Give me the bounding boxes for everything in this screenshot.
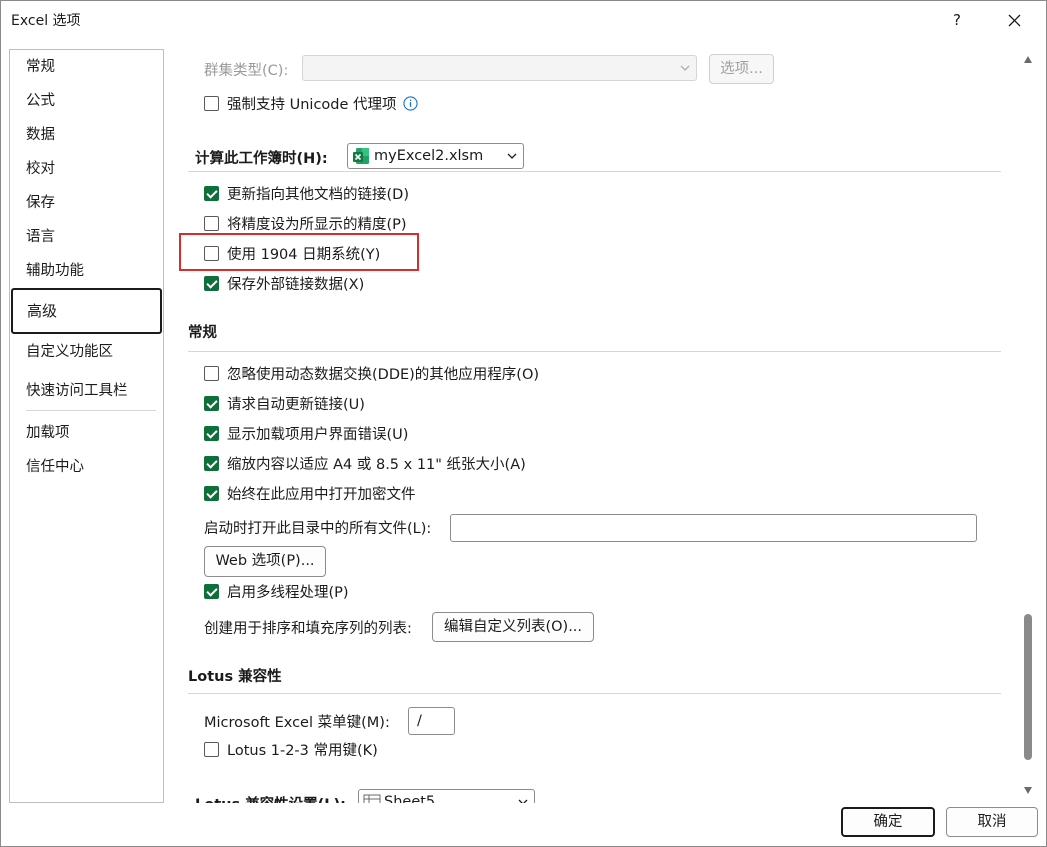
show-addin-errors-row[interactable]: 显示加载项用户界面错误(U) [204, 422, 408, 444]
options-scrollbar[interactable] [1019, 49, 1037, 801]
precision-as-displayed-row[interactable]: 将精度设为所显示的精度(P) [204, 212, 407, 234]
scale-a4-checkbox[interactable] [204, 455, 219, 471]
web-options-button[interactable]: Web 选项(P)... [204, 546, 326, 577]
scale-a4-row[interactable]: 缩放内容以适应 A4 或 8.5 x 11" 纸张大小(A) [204, 452, 526, 474]
nav-item-customize-ribbon[interactable]: 自定义功能区 [10, 335, 163, 369]
workbook-dropdown[interactable]: myExcel2.xlsm [347, 143, 524, 169]
close-button[interactable] [996, 5, 1032, 35]
show-addin-errors-label: 显示加载项用户界面错误(U) [227, 426, 409, 443]
nav-item-general[interactable]: 常规 [10, 50, 163, 84]
lotus-nav-keys-label: Lotus 1-2-3 常用键(K) [227, 742, 378, 759]
save-external-link-label: 保存外部链接数据(X) [227, 276, 365, 293]
ask-update-links-label: 请求自动更新链接(U) [227, 396, 365, 413]
date-1904-label: 使用 1904 日期系统(Y) [227, 246, 381, 263]
excel-file-icon [353, 148, 369, 164]
force-unicode-label: 强制支持 Unicode 代理项 [227, 96, 397, 113]
startup-folder-input[interactable] [450, 514, 977, 542]
multithread-checkbox[interactable] [204, 583, 219, 599]
ignore-dde-checkbox[interactable] [204, 365, 219, 381]
scale-a4-label: 缩放内容以适应 A4 或 8.5 x 11" 纸张大小(A) [227, 456, 526, 473]
force-unicode-row[interactable]: 强制支持 Unicode 代理项 [204, 92, 418, 114]
chevron-down-icon [507, 153, 517, 159]
cancel-button[interactable]: 取消 [946, 807, 1038, 837]
lotus-sheet-name: Sheet5 [384, 794, 436, 803]
chevron-down-icon [518, 799, 528, 803]
lotus-settings-label: Lotus 兼容性设置(L): [195, 793, 346, 803]
scroll-down-arrow-icon[interactable] [1023, 785, 1033, 795]
open-encrypted-row[interactable]: 始终在此应用中打开加密文件 [204, 482, 416, 504]
update-links-label: 更新指向其他文档的链接(D) [227, 186, 409, 203]
nav-item-save[interactable]: 保存 [10, 186, 163, 220]
advanced-options-panel: 群集类型(C): 选项... 强制支持 Unicode 代理项 计算此工作簿时(… [171, 43, 1011, 803]
general-section-title: 常规 [188, 325, 217, 341]
nav-item-trust-center[interactable]: 信任中心 [10, 450, 163, 484]
nav-item-data[interactable]: 数据 [10, 118, 163, 152]
update-links-checkbox[interactable] [204, 185, 219, 201]
title-bar: Excel 选项 ? [1, 1, 1046, 39]
update-links-row[interactable]: 更新指向其他文档的链接(D) [204, 182, 409, 204]
custom-list-label: 创建用于排序和填充序列的列表: [204, 621, 412, 637]
excel-options-dialog: Excel 选项 ? 常规 公式 数据 校对 保存 语言 辅助功能 高级 自定义… [0, 0, 1047, 847]
ask-update-links-row[interactable]: 请求自动更新链接(U) [204, 392, 365, 414]
lotus-nav-keys-row[interactable]: Lotus 1-2-3 常用键(K) [204, 738, 378, 760]
nav-item-formulas[interactable]: 公式 [10, 84, 163, 118]
lotus-divider [188, 693, 1001, 694]
date-1904-row[interactable]: 使用 1904 日期系统(Y) [204, 242, 380, 264]
nav-item-language[interactable]: 语言 [10, 220, 163, 254]
ignore-dde-label: 忽略使用动态数据交换(DDE)的其他应用程序(O) [227, 366, 540, 383]
nav-item-add-ins[interactable]: 加载项 [10, 416, 163, 450]
date-1904-checkbox[interactable] [204, 245, 219, 261]
nav-divider [26, 410, 156, 411]
ok-button[interactable]: 确定 [841, 807, 935, 837]
nav-item-quick-access-toolbar[interactable]: 快速访问工具栏 [10, 374, 163, 408]
save-external-link-row[interactable]: 保存外部链接数据(X) [204, 272, 364, 294]
ignore-dde-row[interactable]: 忽略使用动态数据交换(DDE)的其他应用程序(O) [204, 362, 539, 384]
cluster-type-label: 群集类型(C): [204, 63, 289, 79]
help-button[interactable]: ? [944, 7, 970, 33]
window-title: Excel 选项 [11, 13, 81, 29]
open-encrypted-checkbox[interactable] [204, 485, 219, 501]
cluster-options-button[interactable]: 选项... [709, 54, 774, 84]
show-addin-errors-checkbox[interactable] [204, 425, 219, 441]
general-divider [188, 351, 1001, 352]
sheet-icon [363, 794, 381, 803]
scroll-up-arrow-icon[interactable] [1023, 55, 1033, 65]
nav-item-proofing[interactable]: 校对 [10, 152, 163, 186]
edit-custom-lists-button[interactable]: 编辑自定义列表(O)... [432, 612, 594, 642]
precision-as-displayed-label: 将精度设为所显示的精度(P) [227, 216, 407, 233]
menu-key-input[interactable]: / [408, 707, 455, 735]
ask-update-links-checkbox[interactable] [204, 395, 219, 411]
chevron-down-icon [680, 65, 690, 71]
lotus-section-title: Lotus 兼容性 [188, 669, 282, 685]
nav-item-advanced[interactable]: 高级 [11, 288, 162, 334]
precision-as-displayed-checkbox[interactable] [204, 215, 219, 231]
open-encrypted-label: 始终在此应用中打开加密文件 [227, 486, 416, 503]
nav-item-accessibility[interactable]: 辅助功能 [10, 254, 163, 288]
lotus-nav-keys-checkbox[interactable] [204, 741, 219, 757]
info-icon[interactable] [402, 95, 418, 111]
calc-divider [188, 171, 1001, 172]
menu-key-label: Microsoft Excel 菜单键(M): [204, 715, 390, 731]
close-icon [1008, 14, 1021, 27]
calc-workbook-label: 计算此工作簿时(H): [195, 151, 328, 167]
cluster-type-dropdown[interactable] [302, 55, 697, 81]
lotus-sheet-dropdown[interactable]: Sheet5 [358, 789, 535, 803]
workbook-name: myExcel2.xlsm [374, 148, 484, 164]
save-external-link-checkbox[interactable] [204, 275, 219, 291]
force-unicode-checkbox[interactable] [204, 95, 219, 111]
multithread-label: 启用多线程处理(P) [227, 584, 349, 601]
startup-folder-label: 启动时打开此目录中的所有文件(L): [204, 521, 432, 537]
category-nav: 常规 公式 数据 校对 保存 语言 辅助功能 高级 自定义功能区 快速访问工具栏… [9, 49, 164, 803]
multithread-row[interactable]: 启用多线程处理(P) [204, 580, 349, 602]
scroll-thumb[interactable] [1024, 614, 1032, 760]
